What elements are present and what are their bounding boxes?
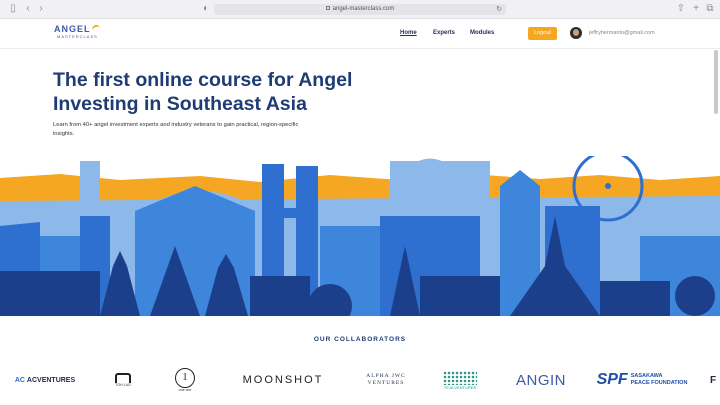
partner-line-1: SASAKAWA [630,373,663,379]
partner-logo-acventures[interactable]: AC ACVENTURES [12,368,78,392]
partner-text: SASAKAWA PEACE FOUNDATION [631,373,688,387]
partner-logo-tohlao[interactable]: TOH LAO [106,368,140,392]
nav-modules[interactable]: Modules [470,30,494,36]
partner-logo-sasakawa[interactable]: SPF SASAKAWA PEACE FOUNDATION [596,368,688,392]
southeast-asia-skyline-illustration [0,156,720,316]
avatar[interactable] [570,27,582,39]
partner-logo-moonshot[interactable]: MOONSHOT [238,368,328,392]
sidebar-icon[interactable]: ▯ [7,3,19,15]
partner-name: ACVENTURES [26,376,76,384]
partner-logo-one[interactable]: 1 one one [170,368,200,392]
chevron-right-icon[interactable]: › [35,3,47,15]
nav-home[interactable]: Home [400,30,417,36]
partner-line-3: FOUNDATION [651,380,688,386]
shield-icon[interactable]: ◐ [200,3,212,15]
partner-prefix: AC [14,376,25,384]
hero-title: The first online course for Angel Invest… [53,69,353,115]
partner-mark: SPF [596,371,628,388]
share-icon[interactable]: ⇧ [675,3,687,15]
partner-name: TEJA VENTURES [443,384,477,390]
partner-line-1: ALPHA JWC [366,373,406,379]
chevron-left-icon[interactable]: ‹ [22,3,34,15]
address-bar[interactable]: angel-masterclass.com ↻ [214,4,506,15]
url-text: angel-masterclass.com [332,6,395,12]
gate-icon [115,373,131,383]
tree-icon [443,370,477,385]
plus-icon[interactable]: + [690,3,702,15]
logo-subtext: MASTERCLASS [57,34,98,39]
site-header: ANGEL MASTERCLASS Home Experts Modules L… [0,19,720,49]
page-scrollbar[interactable] [714,50,718,114]
angel-masterclass-logo[interactable]: ANGEL MASTERCLASS [54,23,104,44]
logout-button[interactable]: Logout [528,27,557,40]
hero-subtitle: Learn from 40+ angel investment experts … [53,122,299,137]
browser-toolbar: ▯ ‹ › ◐ angel-masterclass.com ↻ ⇧ + ⧉ [0,0,720,19]
collaborators-title: OUR COLLABORATORS [313,336,407,343]
reload-icon[interactable]: ↻ [496,4,502,15]
partner-caption: one one [178,388,192,392]
partner-line-2: VENTURES [367,380,405,386]
partner-logo-angin[interactable]: ANGIN [508,368,574,392]
lock-icon [325,6,330,11]
partner-name: TOH LAO [115,383,131,387]
partner-logo-alpha-jwc[interactable]: ALPHA JWC VENTURES [356,368,416,392]
tabs-icon[interactable]: ⧉ [704,3,716,15]
partner-logo-cutoff[interactable]: F [706,368,720,392]
partner-logo-teja-ventures[interactable]: TEJA VENTURES [436,368,484,392]
partner-mark: 1 [175,368,195,388]
user-email: jeffryhermanto@gmail.com [589,30,655,36]
partner-line-2: PEACE [630,380,650,386]
nav-experts[interactable]: Experts [433,30,455,36]
